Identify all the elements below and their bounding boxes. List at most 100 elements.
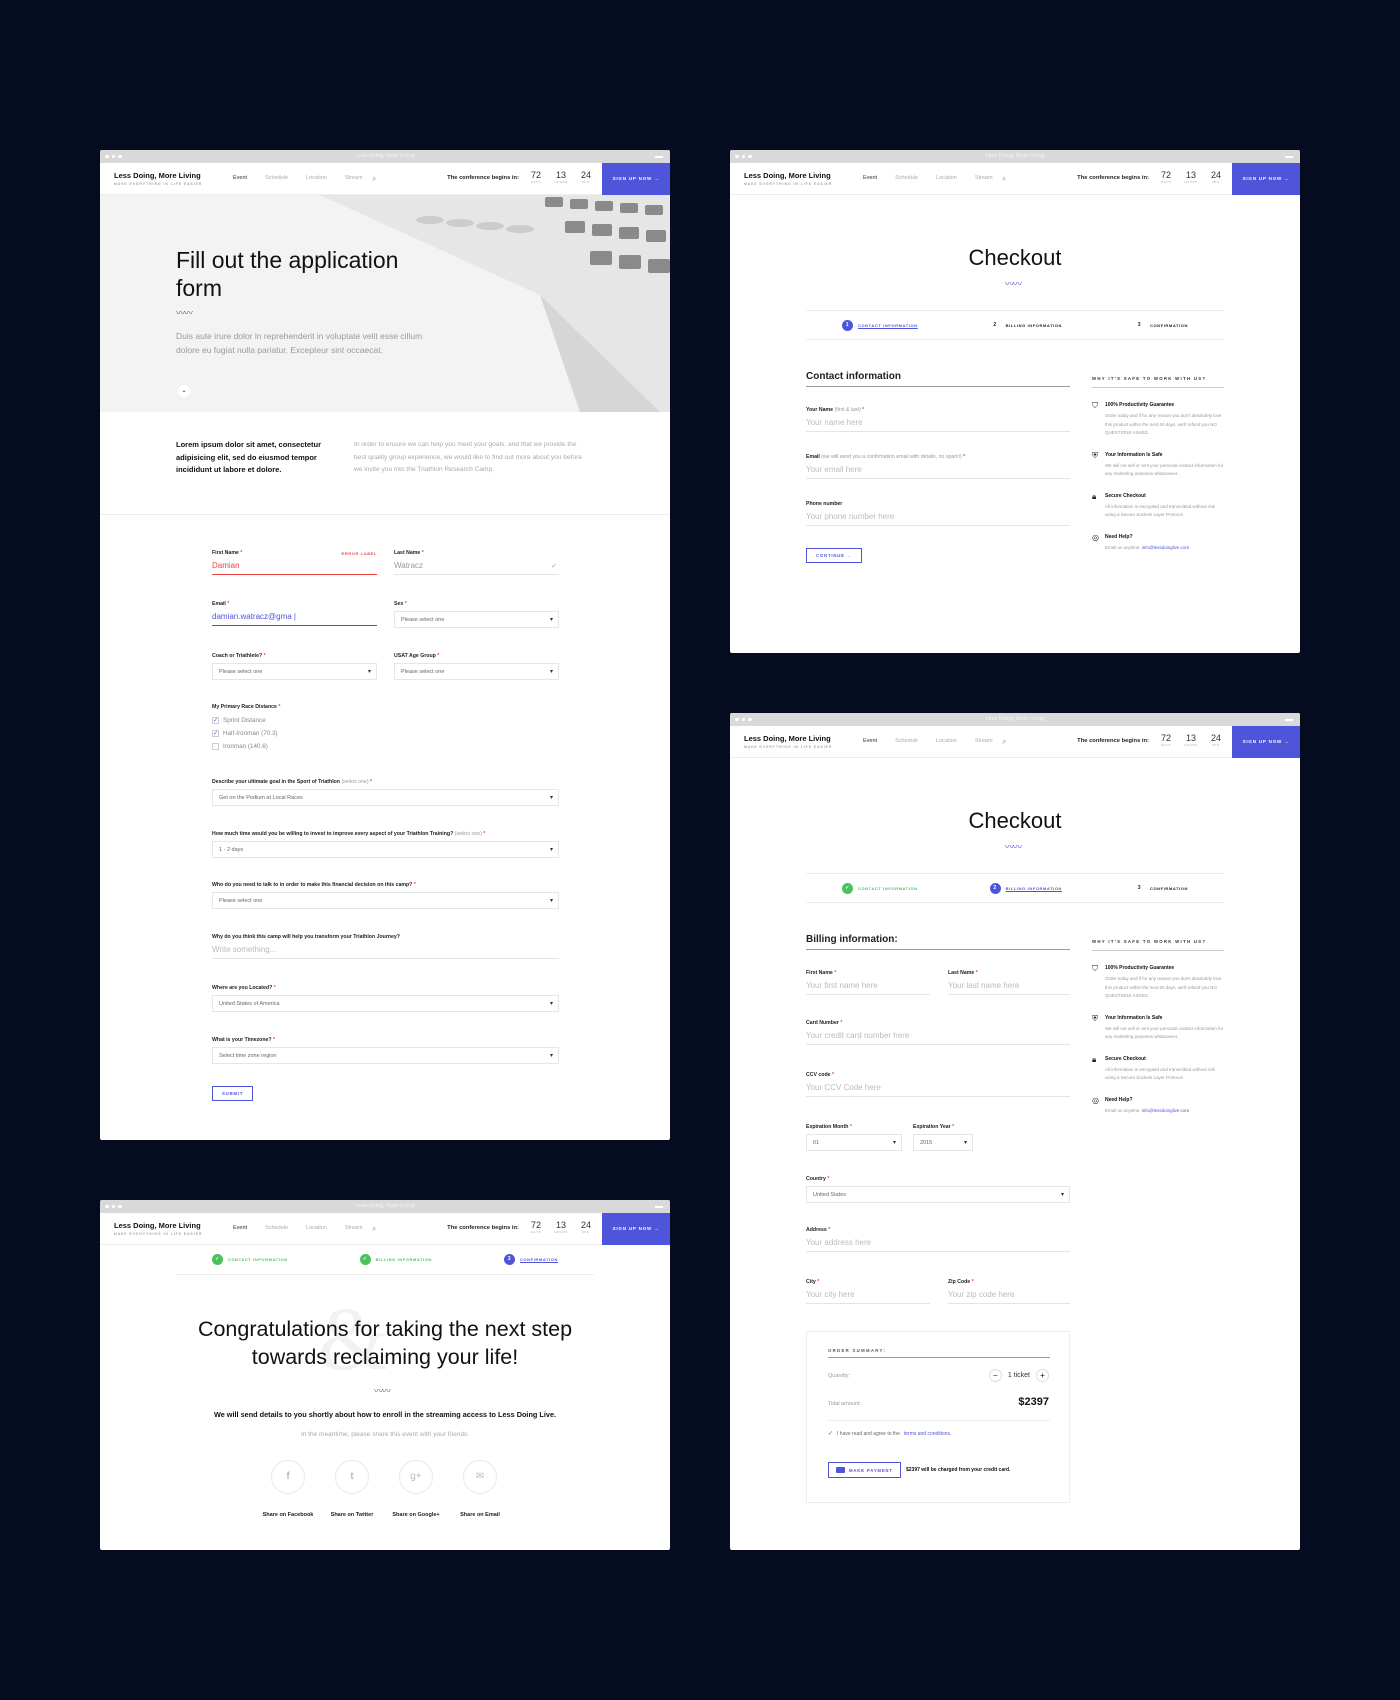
time-select[interactable]: 1 - 2 days bbox=[212, 841, 559, 858]
nav-schedule[interactable]: Schedule bbox=[265, 175, 288, 181]
card-input[interactable]: Your credit card number here bbox=[806, 1026, 1070, 1045]
step-contact[interactable]: ✓ CONTACT INFORMATION bbox=[211, 1254, 288, 1265]
year-select[interactable]: 2015 bbox=[913, 1134, 973, 1151]
last-name-input[interactable]: Your last name here bbox=[948, 976, 1070, 995]
window-controls[interactable] bbox=[105, 1200, 122, 1213]
nav-location[interactable]: Location bbox=[306, 1225, 327, 1231]
timezone-select[interactable]: Select time zone region bbox=[212, 1047, 559, 1064]
first-name-input[interactable]: Your first name here bbox=[806, 976, 930, 995]
goal-group: Describe your ultimate goal in the Sport… bbox=[212, 779, 559, 806]
race-option-ironman[interactable]: Ironman (140.6) bbox=[212, 740, 559, 753]
make-payment-button[interactable]: MAKE PAYMENT bbox=[828, 1462, 901, 1478]
first-name-input[interactable]: Damian bbox=[212, 556, 377, 575]
item-text: We will not sell or rent your personal c… bbox=[1105, 462, 1224, 477]
share-twitter[interactable]: t Share on Twitter bbox=[323, 1460, 381, 1521]
continue-button[interactable]: CONTINUE → bbox=[806, 548, 862, 563]
window-controls[interactable] bbox=[735, 150, 752, 163]
checkbox-checked-icon[interactable]: ✓ bbox=[212, 717, 219, 724]
checkbox-icon[interactable] bbox=[212, 743, 219, 750]
terms-link[interactable]: terms and conditions. bbox=[904, 1431, 952, 1437]
goal-select[interactable]: Get on the Podium at Local Races bbox=[212, 789, 559, 806]
signup-button[interactable]: SIGN UP NOW → bbox=[1232, 726, 1300, 758]
sex-select[interactable]: Please select one bbox=[394, 611, 559, 628]
item-title: Need Help? bbox=[1105, 533, 1133, 540]
item-title: Your Information Is Safe bbox=[1105, 1014, 1163, 1021]
nav-event[interactable]: Event bbox=[233, 1225, 247, 1231]
name-input[interactable]: Your name here bbox=[806, 413, 1070, 432]
step-contact[interactable]: 1 CONTACT INFORMATION bbox=[841, 319, 918, 331]
race-option-half[interactable]: ✓ Half-Ironman (70.3) bbox=[212, 727, 559, 740]
help-email-link[interactable]: info@lessdoinglive.com bbox=[1142, 545, 1189, 550]
nav-schedule[interactable]: Schedule bbox=[895, 738, 918, 744]
share-googleplus[interactable]: g+ Share on Google+ bbox=[387, 1460, 445, 1521]
coach-select[interactable]: Please select one bbox=[212, 663, 377, 680]
checkbox-checked-icon[interactable]: ✓ bbox=[212, 730, 219, 737]
increment-button[interactable]: + bbox=[1036, 1369, 1049, 1382]
facebook-icon: f bbox=[271, 1460, 305, 1494]
search-icon[interactable]: ⌕ bbox=[372, 174, 376, 184]
signup-button[interactable]: SIGN UP NOW → bbox=[1232, 163, 1300, 195]
location-select[interactable]: United States of America bbox=[212, 995, 559, 1012]
share-email[interactable]: ✉ Share on Email bbox=[451, 1460, 509, 1521]
scroll-down-icon[interactable]: ⌄ bbox=[178, 385, 190, 397]
nav-event[interactable]: Event bbox=[863, 738, 877, 744]
nav-stream[interactable]: Stream bbox=[345, 1225, 363, 1231]
nav-event[interactable]: Event bbox=[863, 175, 877, 181]
main-nav: Event Schedule Location Stream bbox=[233, 1225, 363, 1231]
email-input[interactable]: Your email here bbox=[806, 460, 1070, 479]
logo[interactable]: Less Doing, More Living MAKE EVERYTHING I… bbox=[114, 171, 202, 186]
logo[interactable]: Less Doing, More Living MAKE EVERYTHING I… bbox=[114, 1221, 202, 1236]
zip-input[interactable]: Your zip code here bbox=[948, 1285, 1070, 1304]
nav-event[interactable]: Event bbox=[233, 175, 247, 181]
step-contact[interactable]: ✓ CONTACT INFORMATION bbox=[841, 882, 918, 894]
step-billing[interactable]: ✓ BILLING INFORMATION bbox=[359, 1254, 432, 1265]
nav-location[interactable]: Location bbox=[936, 738, 957, 744]
step-billing[interactable]: 2 BILLING INFORMATION bbox=[990, 320, 1062, 331]
window-title: Less Doing, More Living bbox=[355, 1203, 415, 1209]
nav-location[interactable]: Location bbox=[306, 175, 327, 181]
googleplus-icon: g+ bbox=[399, 1460, 433, 1494]
search-icon[interactable]: ⌕ bbox=[1002, 737, 1006, 747]
help-email-link[interactable]: info@lessdoinglive.com bbox=[1142, 1108, 1189, 1113]
step-confirmation[interactable]: 3 CONFIRMATION bbox=[1134, 320, 1188, 331]
submit-button[interactable]: SUBMIT bbox=[212, 1086, 254, 1101]
checkbox-checked-icon[interactable]: ✓ bbox=[828, 1430, 833, 1437]
menu-icon[interactable] bbox=[1285, 719, 1293, 721]
countdown-unit: MIN bbox=[582, 180, 590, 184]
menu-icon[interactable] bbox=[655, 1206, 663, 1208]
window-controls[interactable] bbox=[105, 150, 122, 163]
step-billing[interactable]: 2 BILLING INFORMATION bbox=[989, 882, 1062, 894]
nav-stream[interactable]: Stream bbox=[975, 175, 993, 181]
email-input[interactable]: damian.watracz@gma | bbox=[212, 607, 377, 626]
nav-schedule[interactable]: Schedule bbox=[265, 1225, 288, 1231]
nav-stream[interactable]: Stream bbox=[345, 175, 363, 181]
age-select[interactable]: Please select one bbox=[394, 663, 559, 680]
nav-schedule[interactable]: Schedule bbox=[895, 175, 918, 181]
step-confirmation[interactable]: 3 CONFIRMATION bbox=[503, 1254, 558, 1265]
signup-button[interactable]: SIGN UP NOW → bbox=[602, 1213, 670, 1245]
hero-image bbox=[320, 195, 670, 412]
menu-icon[interactable] bbox=[1285, 156, 1293, 158]
step-confirmation[interactable]: 3 CONFIRMATION bbox=[1134, 883, 1188, 894]
search-icon[interactable]: ⌕ bbox=[372, 1224, 376, 1234]
country-select[interactable]: United States bbox=[806, 1186, 1070, 1203]
search-icon[interactable]: ⌕ bbox=[1002, 174, 1006, 184]
phone-input[interactable]: Your phone number here bbox=[806, 507, 1070, 526]
city-input[interactable]: Your city here bbox=[806, 1285, 930, 1304]
ccv-input[interactable]: Your CCV Code here bbox=[806, 1078, 1070, 1097]
talk-select[interactable]: Please select one bbox=[212, 892, 559, 909]
decrement-button[interactable]: − bbox=[988, 1369, 1002, 1382]
logo[interactable]: Less Doing, More Living MAKE EVERYTHING I… bbox=[744, 734, 832, 749]
window-controls[interactable] bbox=[735, 713, 752, 726]
last-name-input[interactable]: Watracz bbox=[394, 556, 559, 575]
nav-location[interactable]: Location bbox=[936, 175, 957, 181]
signup-button[interactable]: SIGN UP NOW → bbox=[602, 163, 670, 195]
month-select[interactable]: 01 bbox=[806, 1134, 902, 1151]
nav-stream[interactable]: Stream bbox=[975, 738, 993, 744]
address-input[interactable]: Your address here bbox=[806, 1233, 1070, 1252]
share-facebook[interactable]: f Share on Facebook bbox=[259, 1460, 317, 1521]
why-input[interactable]: Write something... bbox=[212, 940, 559, 959]
menu-icon[interactable] bbox=[655, 156, 663, 158]
race-option-sprint[interactable]: ✓ Sprint Distance bbox=[212, 714, 559, 727]
logo[interactable]: Less Doing, More Living MAKE EVERYTHING I… bbox=[744, 171, 832, 186]
